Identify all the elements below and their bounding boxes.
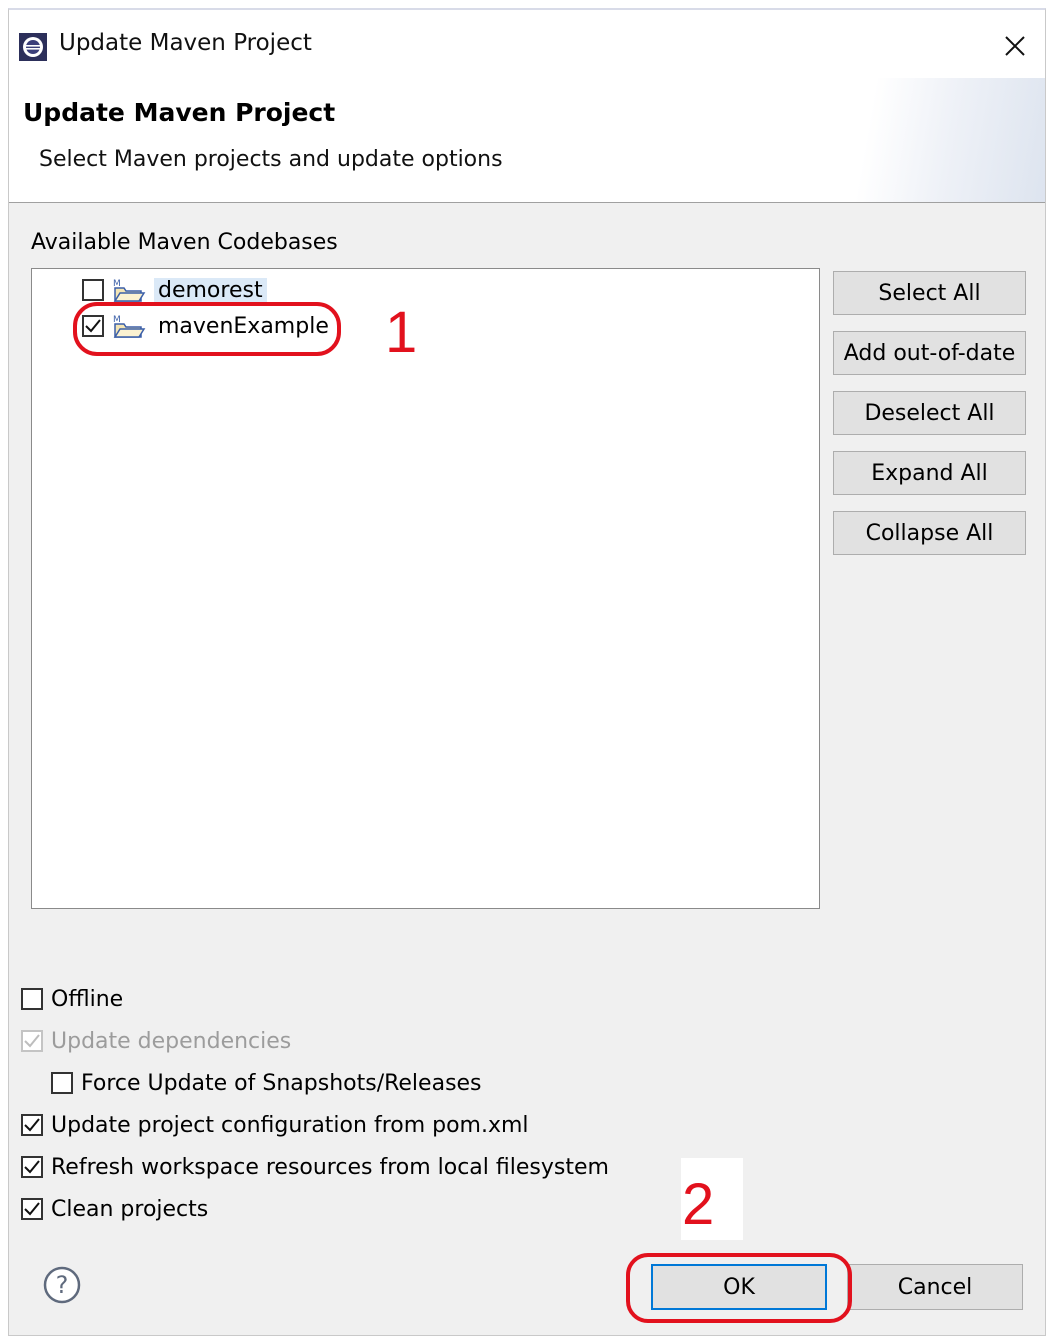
expand-all-button[interactable]: Expand All: [833, 451, 1026, 495]
option-label: Refresh workspace resources from local f…: [51, 1154, 609, 1180]
page-subtitle: Select Maven projects and update options: [39, 147, 503, 172]
option-label: Update project configuration from pom.xm…: [51, 1112, 529, 1138]
tree-item-label: demorest: [154, 277, 267, 303]
tree-item-demorest[interactable]: M demorest: [82, 275, 267, 305]
checkmark-icon: [24, 1034, 40, 1048]
title-bar: Update Maven Project: [9, 10, 1045, 78]
offline-checkbox[interactable]: [21, 988, 43, 1010]
update-dependencies-option: Update dependencies: [21, 1026, 291, 1056]
close-icon: [1005, 36, 1025, 56]
checkmark-icon: [24, 1160, 40, 1174]
maven-project-folder-icon: M: [113, 279, 146, 302]
annotation-highlight-1: [73, 302, 341, 356]
close-button[interactable]: [993, 26, 1037, 66]
refresh-workspace-checkbox[interactable]: [21, 1156, 43, 1178]
force-update-option[interactable]: Force Update of Snapshots/Releases: [51, 1068, 482, 1098]
window-title: Update Maven Project: [59, 30, 312, 56]
checkmark-icon: [24, 1202, 40, 1216]
annotation-number-2: 2: [682, 1172, 715, 1237]
update-project-config-option[interactable]: Update project configuration from pom.xm…: [21, 1110, 529, 1140]
svg-text:?: ?: [56, 1271, 69, 1299]
checkmark-icon: [24, 1118, 40, 1132]
codebases-label: Available Maven Codebases: [31, 230, 338, 255]
update-maven-project-dialog: Update Maven Project Update Maven Projec…: [8, 8, 1046, 1336]
header-banner: Update Maven Project Select Maven projec…: [9, 78, 1045, 203]
option-label: Clean projects: [51, 1196, 209, 1222]
update-project-config-checkbox[interactable]: [21, 1114, 43, 1136]
refresh-workspace-option[interactable]: Refresh workspace resources from local f…: [21, 1152, 609, 1182]
force-update-checkbox[interactable]: [51, 1072, 73, 1094]
eclipse-icon: [19, 33, 47, 61]
option-label: Offline: [51, 986, 124, 1012]
clean-projects-option[interactable]: Clean projects: [21, 1194, 208, 1224]
codebases-tree[interactable]: M demorest M mavenExample: [31, 268, 820, 909]
collapse-all-button[interactable]: Collapse All: [833, 511, 1026, 555]
option-label: Update dependencies: [51, 1028, 292, 1054]
offline-option[interactable]: Offline: [21, 984, 123, 1014]
cancel-button[interactable]: Cancel: [847, 1264, 1023, 1310]
annotation-number-1: 1: [385, 300, 418, 365]
annotation-highlight-2: [626, 1253, 852, 1323]
demorest-checkbox[interactable]: [82, 279, 104, 301]
clean-projects-checkbox[interactable]: [21, 1198, 43, 1220]
help-icon[interactable]: ?: [42, 1265, 82, 1305]
update-dependencies-checkbox: [21, 1030, 43, 1052]
select-all-button[interactable]: Select All: [833, 271, 1026, 315]
add-out-of-date-button[interactable]: Add out-of-date: [833, 331, 1026, 375]
option-label: Force Update of Snapshots/Releases: [81, 1070, 482, 1096]
page-title: Update Maven Project: [23, 98, 336, 127]
deselect-all-button[interactable]: Deselect All: [833, 391, 1026, 435]
